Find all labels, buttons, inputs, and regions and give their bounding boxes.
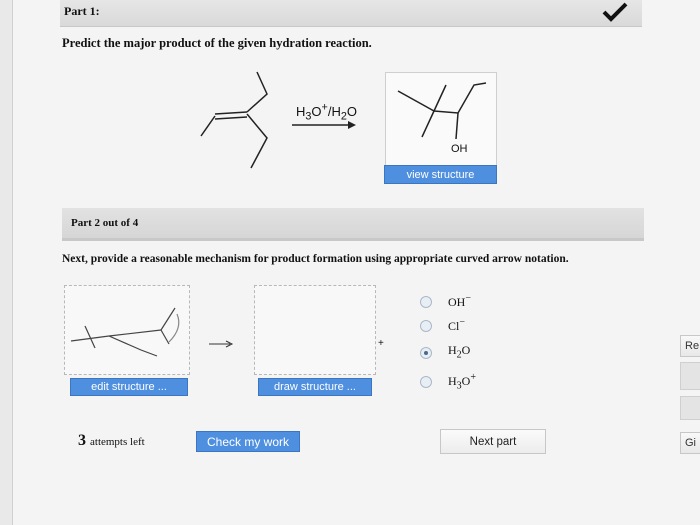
part1-question: Predict the major product of the given h… bbox=[62, 36, 372, 50]
draw-structure-box[interactable] bbox=[254, 285, 376, 375]
part2-instructions: Next, provide a reasonable mechanism for… bbox=[62, 253, 569, 265]
attempts-count: 3 bbox=[78, 432, 86, 449]
side-g-button[interactable]: Gi bbox=[680, 432, 700, 454]
mechanism-structure-box[interactable] bbox=[64, 285, 190, 375]
radio-oh[interactable] bbox=[420, 296, 432, 308]
part2-header: Part 2 out of 4 bbox=[62, 208, 644, 241]
mechanism-structure bbox=[70, 307, 180, 357]
draw-structure-button[interactable]: draw structure ... bbox=[258, 378, 372, 396]
option-label-h3o: H3O+ bbox=[448, 372, 476, 392]
hydroxyl-label: OH bbox=[451, 143, 468, 155]
product-structure bbox=[397, 82, 487, 140]
radio-h2o[interactable] bbox=[420, 347, 432, 359]
checkmark-icon bbox=[602, 2, 628, 22]
check-my-work-button[interactable]: Check my work bbox=[196, 431, 300, 452]
radio-h3o[interactable] bbox=[420, 376, 432, 388]
view-structure-button[interactable]: view structure bbox=[384, 165, 497, 184]
side-panel-block bbox=[680, 362, 700, 390]
option-label-h2o: H2O bbox=[448, 343, 471, 361]
option-label-oh: OH− bbox=[448, 293, 471, 309]
edit-structure-button[interactable]: edit structure ... bbox=[70, 378, 188, 396]
reaction-arrow-icon bbox=[292, 121, 356, 129]
side-r-button[interactable]: Re bbox=[680, 335, 700, 357]
attempts-text: attempts left bbox=[90, 436, 145, 448]
part2-label: Part 2 out of 4 bbox=[71, 217, 139, 229]
reactant-structure bbox=[200, 71, 268, 169]
side-panel-block-2 bbox=[680, 396, 700, 420]
radio-cl[interactable] bbox=[420, 320, 432, 332]
next-part-button[interactable]: Next part bbox=[440, 429, 546, 454]
plus-sign: + bbox=[378, 338, 384, 349]
attempts-left: 3 attempts left bbox=[78, 432, 145, 450]
product-structure-box bbox=[385, 72, 497, 166]
mechanism-arrow-icon bbox=[209, 340, 234, 348]
left-panel-edge bbox=[0, 0, 13, 525]
part1-label: Part 1: bbox=[64, 4, 100, 18]
option-label-cl: Cl− bbox=[448, 317, 465, 333]
part1-header: Part 1: bbox=[60, 0, 642, 27]
